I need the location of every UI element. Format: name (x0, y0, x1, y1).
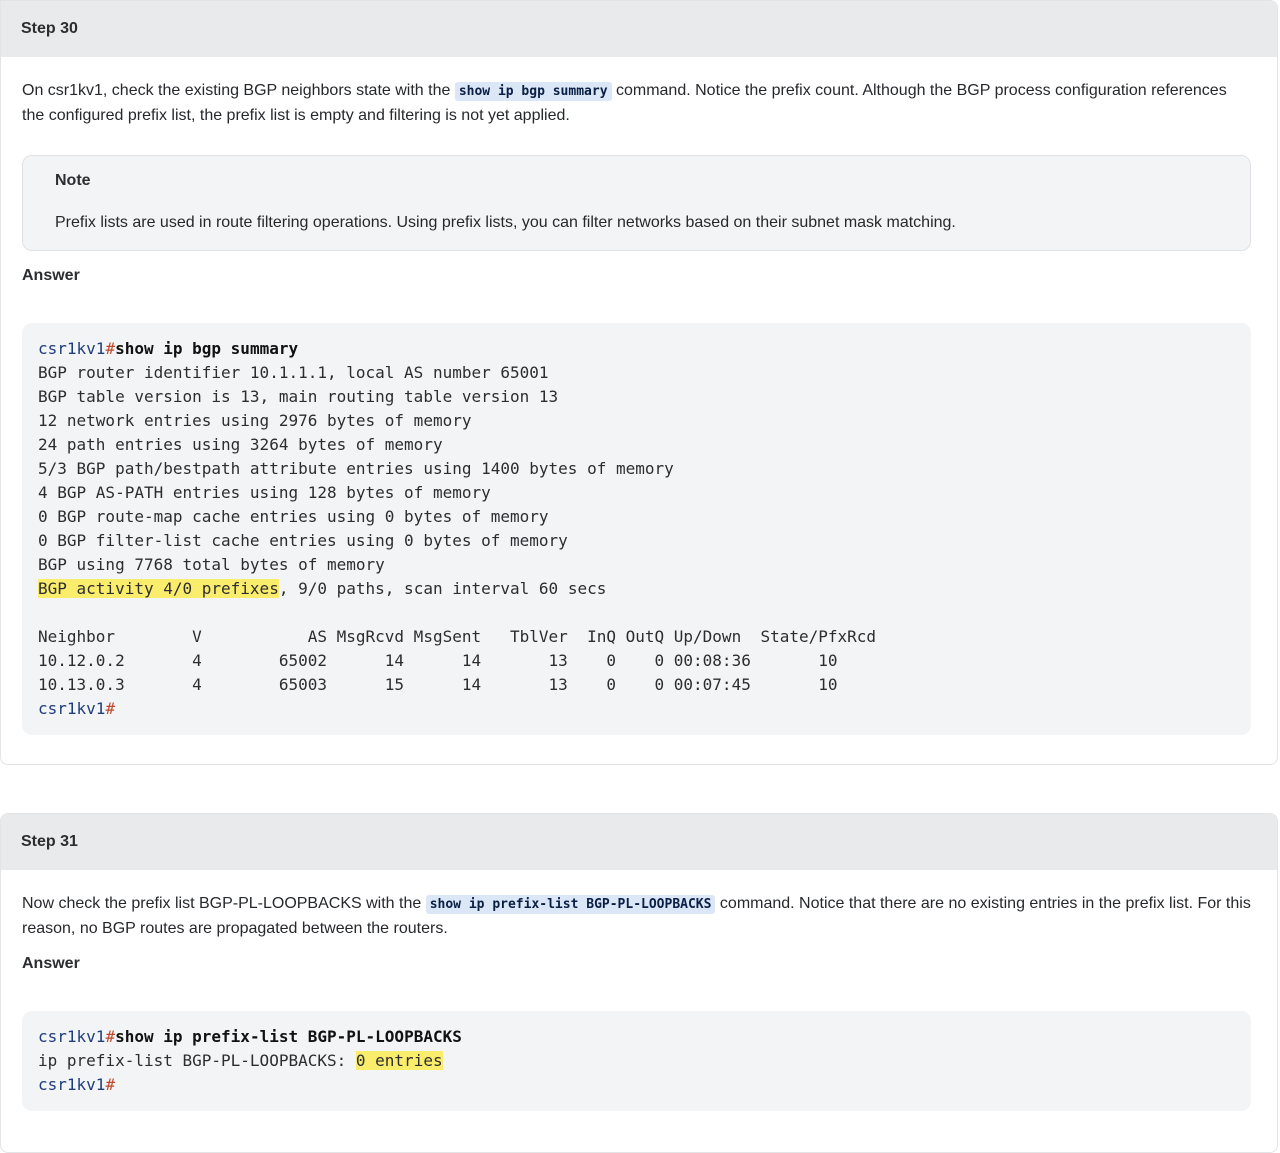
output-line: 24 path entries using 3264 bytes of memo… (38, 435, 443, 454)
note-text: Prefix lists are used in route filtering… (55, 214, 956, 231)
output-line: 0 BGP filter-list cache entries using 0 … (38, 531, 568, 550)
highlighted-prefix-count: BGP activity 4/0 prefixes (38, 579, 279, 598)
step-30-card: Step 30 On csr1kv1, check the existing B… (0, 0, 1278, 765)
step-31-header: Step 31 (1, 814, 1277, 870)
neighbor-table-header: Neighbor V AS MsgRcvd MsgSent TblVer InQ… (38, 627, 877, 646)
inline-command: show ip prefix-list BGP-PL-LOOPBACKS (425, 895, 716, 914)
answer-label: Answer (22, 955, 80, 972)
highlighted-entries: 0 entries (355, 1051, 443, 1070)
step-30-header: Step 30 (1, 1, 1277, 57)
output-line: 12 network entries using 2976 bytes of m… (38, 411, 472, 430)
cli-prompt: csr1kv1 (38, 339, 106, 358)
output-line: 4 BGP AS-PATH entries using 128 bytes of… (38, 483, 491, 502)
output-line: BGP using 7768 total bytes of memory (38, 555, 385, 574)
output-line: BGP router identifier 10.1.1.1, local AS… (38, 363, 549, 382)
step-31-instructions: Now check the prefix list BGP-PL-LOOPBAC… (22, 895, 1251, 937)
output-line: 5/3 BGP path/bestpath attribute entries … (38, 459, 674, 478)
neighbor-row: 10.12.0.2 4 65002 14 14 13 0 0 00:08:36 … (38, 651, 838, 670)
cli-prompt: csr1kv1 (38, 1027, 106, 1046)
output-line: 0 BGP route-map cache entries using 0 by… (38, 507, 549, 526)
answer-label: Answer (22, 267, 80, 284)
cli-prompt: csr1kv1 (38, 699, 106, 718)
output-line: BGP table version is 13, main routing ta… (38, 387, 559, 406)
note-title: Note (55, 172, 91, 189)
cli-command: show ip prefix-list BGP-PL-LOOPBACKS (115, 1027, 462, 1046)
code-block-prefix-list: csr1kv1#show ip prefix-list BGP-PL-LOOPB… (22, 1011, 1251, 1111)
cli-prompt: csr1kv1 (38, 1075, 106, 1094)
step-31-card: Step 31 Now check the prefix list BGP-PL… (0, 813, 1278, 1153)
code-block-bgp-summary: csr1kv1#show ip bgp summary BGP router i… (22, 323, 1251, 735)
step-30-instructions: On csr1kv1, check the existing BGP neigh… (22, 82, 1227, 124)
cli-command: show ip bgp summary (115, 339, 299, 358)
neighbor-row: 10.13.0.3 4 65003 15 14 13 0 0 00:07:45 … (38, 675, 838, 694)
inline-command: show ip bgp summary (454, 82, 612, 101)
note-box: Note Prefix lists are used in route filt… (22, 155, 1251, 251)
